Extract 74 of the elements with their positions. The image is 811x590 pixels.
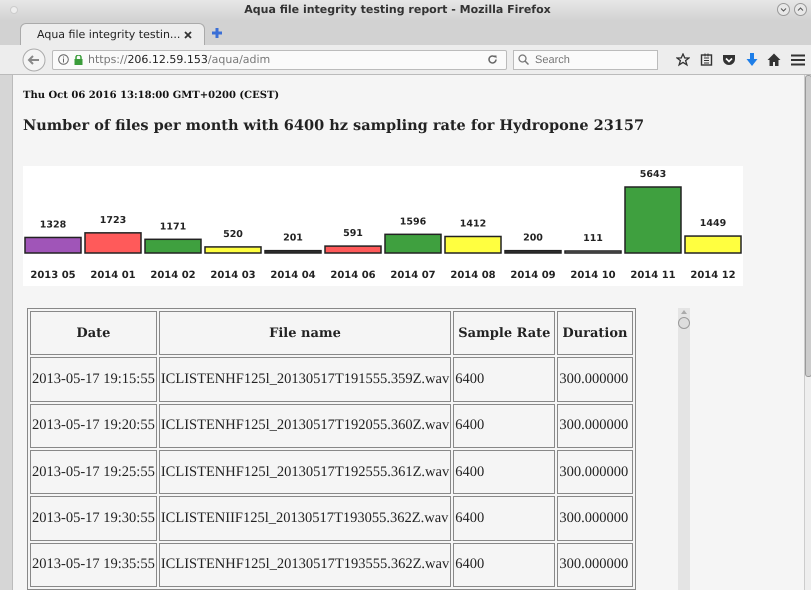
table-cell: 2013-05-17 19:20:55	[30, 404, 157, 448]
value-label: 5643	[640, 169, 666, 180]
close-icon[interactable]	[184, 30, 192, 39]
table-cell: ICLISTENHF125l_20130517T192555.361Z.wav	[158, 450, 452, 494]
window-title: Aqua file integrity testing report - Mozilla Firefox	[243, 3, 552, 16]
table-cell: 2013-05-17 19:25:55	[30, 450, 157, 494]
value-label: 201	[283, 232, 303, 244]
category-label: 2013 05	[30, 270, 76, 281]
table-cell: 300.000000	[557, 450, 632, 494]
table-cell: 6400	[453, 496, 556, 541]
search-icon	[518, 54, 529, 65]
star-icon[interactable]	[676, 52, 690, 67]
scroll-thumb[interactable]	[678, 317, 690, 329]
table-cell: 2013-05-17 19:15:55	[30, 357, 157, 402]
table-cell: ICLISTENIIF125l_20130517T193055.362Z.wav	[158, 496, 452, 541]
tab-title: Aqua file integrity testin...	[37, 28, 180, 42]
table-cell: 6400	[453, 542, 556, 587]
table-cell: ICLISTENHF125l_20130517T192055.360Z.wav	[158, 404, 452, 448]
value-label: 591	[343, 228, 363, 240]
table-cell: 2013-05-17 19:35:55	[30, 542, 157, 587]
table-cell: 6400	[453, 404, 556, 448]
info-icon[interactable]	[58, 54, 69, 66]
page-scrollbar[interactable]	[804, 75, 811, 590]
reading-list-icon[interactable]	[700, 53, 713, 66]
value-label: 200	[523, 232, 543, 244]
column-header: Duration	[557, 311, 632, 356]
value-label: 1328	[40, 219, 66, 230]
category-label: 2014 04	[270, 270, 316, 281]
value-label: 1449	[700, 218, 726, 230]
category-label: 2014 10	[570, 270, 616, 281]
column-header: File name	[158, 311, 452, 356]
url-text: https://206.12.59.153/aqua/adim	[88, 53, 272, 66]
download-icon[interactable]	[746, 52, 758, 67]
table-cell: 300.000000	[557, 542, 632, 587]
maximize-icon[interactable]	[794, 3, 807, 16]
value-label: 1723	[100, 214, 126, 226]
timestamp: Thu Oct 06 2016 13:18:00 GMT+0200 (CEST)	[23, 90, 280, 101]
table-cell: 6400	[453, 357, 556, 402]
table-cell: 6400	[453, 450, 556, 494]
home-icon[interactable]	[767, 53, 782, 66]
minimize-icon[interactable]	[777, 3, 790, 16]
category-label: 2014 12	[690, 270, 736, 281]
category-label: 2014 09	[510, 270, 556, 281]
category-label: 2014 07	[390, 270, 436, 281]
address-bar[interactable]: https://206.12.59.153/aqua/adim	[52, 50, 507, 70]
value-label: 1596	[400, 216, 426, 228]
back-icon[interactable]	[22, 48, 46, 72]
page-scroll-thumb[interactable]	[805, 75, 811, 377]
category-label: 2014 03	[210, 270, 256, 281]
scrollbar[interactable]	[678, 308, 690, 590]
column-header: Sample Rate	[453, 311, 556, 356]
value-label: 111	[583, 233, 603, 244]
reload-icon[interactable]	[487, 54, 498, 66]
value-label: 520	[223, 228, 243, 240]
column-header: Date	[30, 311, 157, 356]
table-cell: 300.000000	[557, 496, 632, 541]
category-label: 2014 01	[90, 270, 136, 281]
table-cell: 300.000000	[557, 404, 632, 448]
category-label: 2014 06	[330, 270, 376, 281]
lock-icon	[74, 54, 83, 65]
category-label: 2014 02	[150, 270, 196, 281]
table-cell: ICLISTENHF125l_20130517T193555.362Z.wav	[158, 542, 452, 587]
table-cell: 2013-05-17 19:30:55	[30, 496, 157, 541]
category-label: 2014 11	[630, 270, 676, 281]
menu-icon[interactable]	[790, 54, 805, 66]
search-field[interactable]: Search	[513, 50, 658, 70]
value-label: 1412	[460, 218, 486, 230]
table-cell: 300.000000	[557, 357, 632, 402]
page-heading: Number of files per month with 6400 hz sampling rate for Hydropone 23157	[23, 117, 646, 134]
value-label: 1171	[160, 221, 186, 232]
table-cell: ICLISTENHF125l_20130517T191555.359Z.wav	[158, 357, 452, 402]
plus-icon[interactable]	[211, 27, 223, 40]
category-label: 2014 08	[450, 270, 496, 281]
browser-tab[interactable]: Aqua file integrity testin...	[20, 23, 205, 46]
